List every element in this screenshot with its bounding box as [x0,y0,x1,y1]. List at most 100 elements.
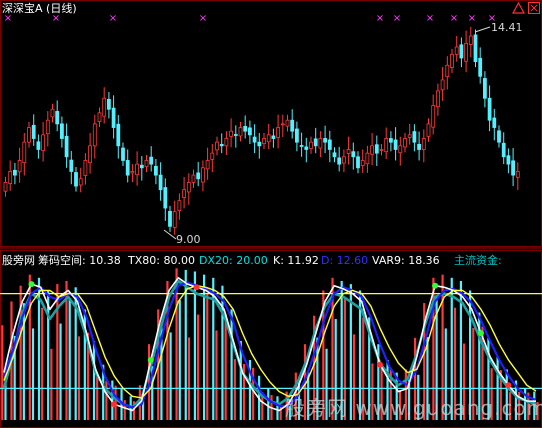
candle [412,124,417,152]
candle [12,163,17,185]
crossover-marker [193,284,200,291]
max-pointer [474,26,491,33]
indicator-bar [215,330,218,420]
candle [501,132,506,165]
signal-marker-icon: × [468,13,476,24]
candle [511,148,516,187]
candle [426,118,431,142]
indicator-bar [31,328,35,420]
candle [172,200,177,235]
signal-marker-icon: × [199,13,207,24]
indicator-bar [1,325,4,420]
candle [196,161,201,187]
candle [482,71,487,108]
candle [121,142,125,166]
candle [17,147,22,183]
candle [431,94,436,135]
candle [294,121,299,152]
candle [125,149,130,183]
candle [271,128,276,148]
crossover-marker [505,382,512,389]
candle [492,108,497,141]
candle [97,107,102,128]
candle [365,145,370,173]
candle [440,67,445,101]
watermark: 股旁网 www.guoang.com [285,396,542,420]
indicator-bar [233,359,236,420]
crossover-marker [147,356,154,363]
candle [247,120,252,144]
candle [186,173,191,205]
candle [309,136,313,154]
indicator-name: 股旁网 [2,254,35,267]
price-panel-border [0,0,542,247]
indicator-bar [178,300,181,420]
candle [313,127,318,154]
candle [341,149,346,173]
indicator-bar [65,280,68,420]
indicator-value: 筹码空间: 10.38 [38,254,121,267]
candle [407,123,412,145]
triangle-up-icon[interactable] [512,2,525,14]
indicator-bar [187,337,191,420]
candle [130,164,135,183]
candle [69,150,74,185]
candle [83,153,88,185]
candle [360,149,365,173]
candle [36,134,41,159]
candle [252,124,257,154]
indicator-bar [169,332,172,420]
candle [60,116,64,148]
chart-title: 深深宝A (日线) [2,2,77,15]
candle [356,151,360,174]
candle [139,156,144,181]
candle [459,37,464,68]
indicator-bar [77,336,80,420]
indicator-bar [224,313,227,420]
candle [163,178,168,221]
candle [266,123,271,150]
signal-marker-icon: × [109,13,117,24]
candle [238,122,243,142]
candle [337,146,342,172]
candle [445,56,450,90]
candle [116,115,121,159]
indicator-bar [123,400,126,420]
indicator-value: VAR9: 18.36 [372,254,440,267]
candle [41,122,45,162]
candle [210,143,215,173]
min-price-label: 9.00 [176,233,201,246]
candle [435,83,440,116]
candle [374,135,379,166]
indicator-bar [50,348,53,420]
candle [487,85,492,132]
candle [205,147,210,180]
indicator-bar [56,284,59,420]
candle [233,125,238,148]
chart-canvas: × × × × × × × × × × [0,0,542,428]
candle [318,131,323,158]
close-icon[interactable] [528,2,540,14]
signal-marker-icon: × [426,13,434,24]
crossover-marker [377,361,384,368]
crossover-marker [432,282,439,289]
candle [22,133,27,176]
signal-marker-icon: × [393,13,401,24]
candle [191,169,196,188]
candle [78,167,83,193]
crossover-marker [477,330,484,337]
candle [102,87,107,124]
indicator-bar [206,293,209,420]
candle [224,131,229,155]
candle [92,114,97,159]
candle [280,114,285,138]
indicator-bar [230,309,233,420]
candle [393,127,398,161]
candle [323,125,328,154]
candle [468,26,473,58]
candle [473,29,478,68]
indicator-value: 主流资金: [454,254,502,267]
candle [370,133,375,166]
candle [454,36,459,62]
candle [421,129,426,163]
